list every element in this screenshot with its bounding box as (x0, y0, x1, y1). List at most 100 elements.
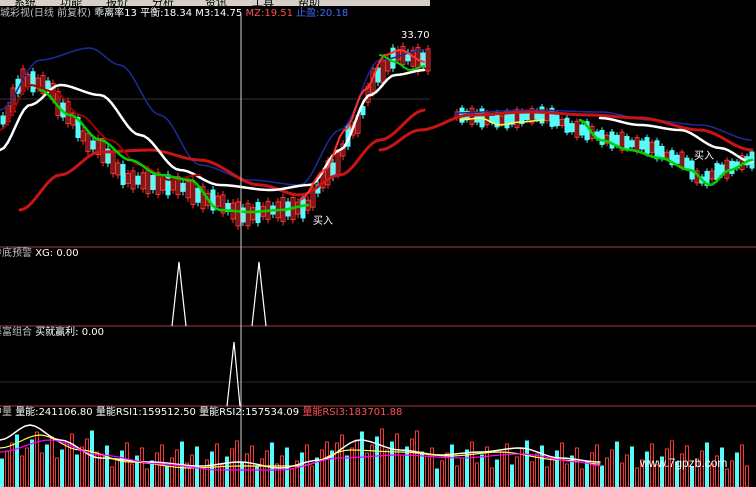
volume-bar (605, 457, 609, 487)
volume-bar (290, 468, 294, 487)
panel3-var: 买就赢利: (35, 327, 79, 338)
candle-body (165, 174, 171, 196)
volume-bar (60, 449, 64, 487)
volume-bar (550, 458, 554, 487)
chart-window: 系统 功能 报价 分析 资讯 工具 帮助 长城彩视(日线 前复权) 乖离率13 … (0, 0, 756, 487)
volume-bar (405, 446, 409, 487)
panel2-caption: 抄底预警 XG: 0.00 (0, 248, 79, 260)
volume-bar (515, 456, 519, 487)
e1-value: 241106.80 (38, 407, 93, 418)
e3-label: 量能RSI2: (199, 407, 246, 418)
volume-bar (120, 450, 124, 487)
signal-spike (171, 261, 187, 327)
candle-body (729, 160, 735, 174)
volume-bar (535, 453, 539, 487)
high-price-label: 33.70 (401, 30, 430, 41)
candle-body (0, 115, 6, 125)
volume-bar (230, 448, 234, 487)
candle-body (135, 175, 141, 185)
volume-bar (555, 450, 559, 487)
signal-spike (226, 341, 241, 407)
volume-bar (225, 456, 229, 487)
volume-bar (560, 442, 564, 487)
volume-bar (20, 455, 24, 487)
volume-bar (280, 455, 284, 487)
volume-bar (365, 452, 369, 487)
volume-bar (635, 467, 639, 487)
volume-bar (380, 428, 384, 487)
volume-bar (265, 450, 269, 487)
panel4-title: 中量 (0, 407, 12, 418)
volume-bar (540, 445, 544, 487)
volume-bar (620, 462, 624, 487)
candle-body (90, 140, 96, 150)
mz-label: MZ: (245, 8, 265, 19)
panel3-title: 暴富组合 (0, 327, 32, 338)
panel2-title: 抄底预警 (0, 248, 32, 259)
candle-body (614, 134, 620, 146)
volume-bar (585, 460, 589, 487)
volume-bar (30, 439, 34, 487)
candle-body (579, 124, 585, 136)
volume-bar (490, 467, 494, 487)
volume-bar (200, 467, 204, 487)
volume-bar (235, 440, 239, 487)
e1-label: 量能: (15, 407, 39, 418)
volume-bar (270, 442, 274, 487)
candle-body (30, 71, 36, 93)
volume-bar (355, 439, 359, 487)
ma-green-line (379, 54, 425, 71)
volume-bar (220, 464, 224, 487)
volume-bar (205, 459, 209, 487)
volume-bar (480, 454, 484, 487)
volume-bar (725, 468, 729, 487)
volume-bar (85, 438, 89, 487)
e2-value: 159512.50 (141, 407, 196, 418)
candle-body (654, 140, 660, 160)
panel3-caption: 暴富组合 买就赢利: 0.00 (0, 327, 104, 339)
volume-bar (65, 441, 69, 487)
buy-signal-label: 买入 (694, 151, 714, 162)
volume-bar (415, 430, 419, 487)
volume-bar (90, 430, 94, 487)
volume-bar (425, 455, 429, 487)
candle-body (150, 175, 156, 190)
volume-bar (305, 444, 309, 487)
volume-bar (0, 458, 4, 487)
volume-bar (170, 457, 174, 487)
volume-bar (580, 468, 584, 487)
volume-bar (25, 447, 29, 487)
volume-bar (740, 444, 744, 487)
volume-bar (155, 452, 159, 487)
volume-bar (410, 438, 414, 487)
volume-bar (475, 462, 479, 487)
volume-bar (400, 454, 404, 487)
volume-bar (495, 459, 499, 487)
volume-bar (575, 447, 579, 487)
stop-value: 20.18 (319, 8, 349, 19)
candle-body (195, 187, 201, 203)
e2-label: 量能RSI1: (95, 407, 142, 418)
volume-bar (735, 452, 739, 487)
volume-bar (455, 465, 459, 487)
stop-label: 止盈: (296, 8, 320, 19)
mz-value: 19.51 (264, 8, 293, 19)
panel4-caption: 中量 量能:241106.80 量能RSI1:159512.50 量能RSI2:… (0, 407, 402, 419)
volume-bar (395, 433, 399, 487)
volume-bar (590, 452, 594, 487)
ratio-label: 乖离率13 (94, 8, 137, 19)
candle-body (300, 197, 306, 219)
panel3-value: 0.00 (81, 327, 105, 338)
volume-bar (45, 444, 49, 487)
candle-body (644, 137, 650, 155)
pingheng-value: 18.34 (163, 8, 193, 19)
volume-bar (600, 465, 604, 487)
volume-bar (75, 454, 79, 487)
candle-body (599, 129, 605, 145)
volume-bar (165, 465, 169, 487)
volume-bar (505, 443, 509, 487)
m3-label: M3: (195, 8, 214, 19)
panel2-value: 0.00 (56, 248, 79, 259)
volume-bar (745, 465, 749, 487)
candle-body (629, 140, 635, 148)
